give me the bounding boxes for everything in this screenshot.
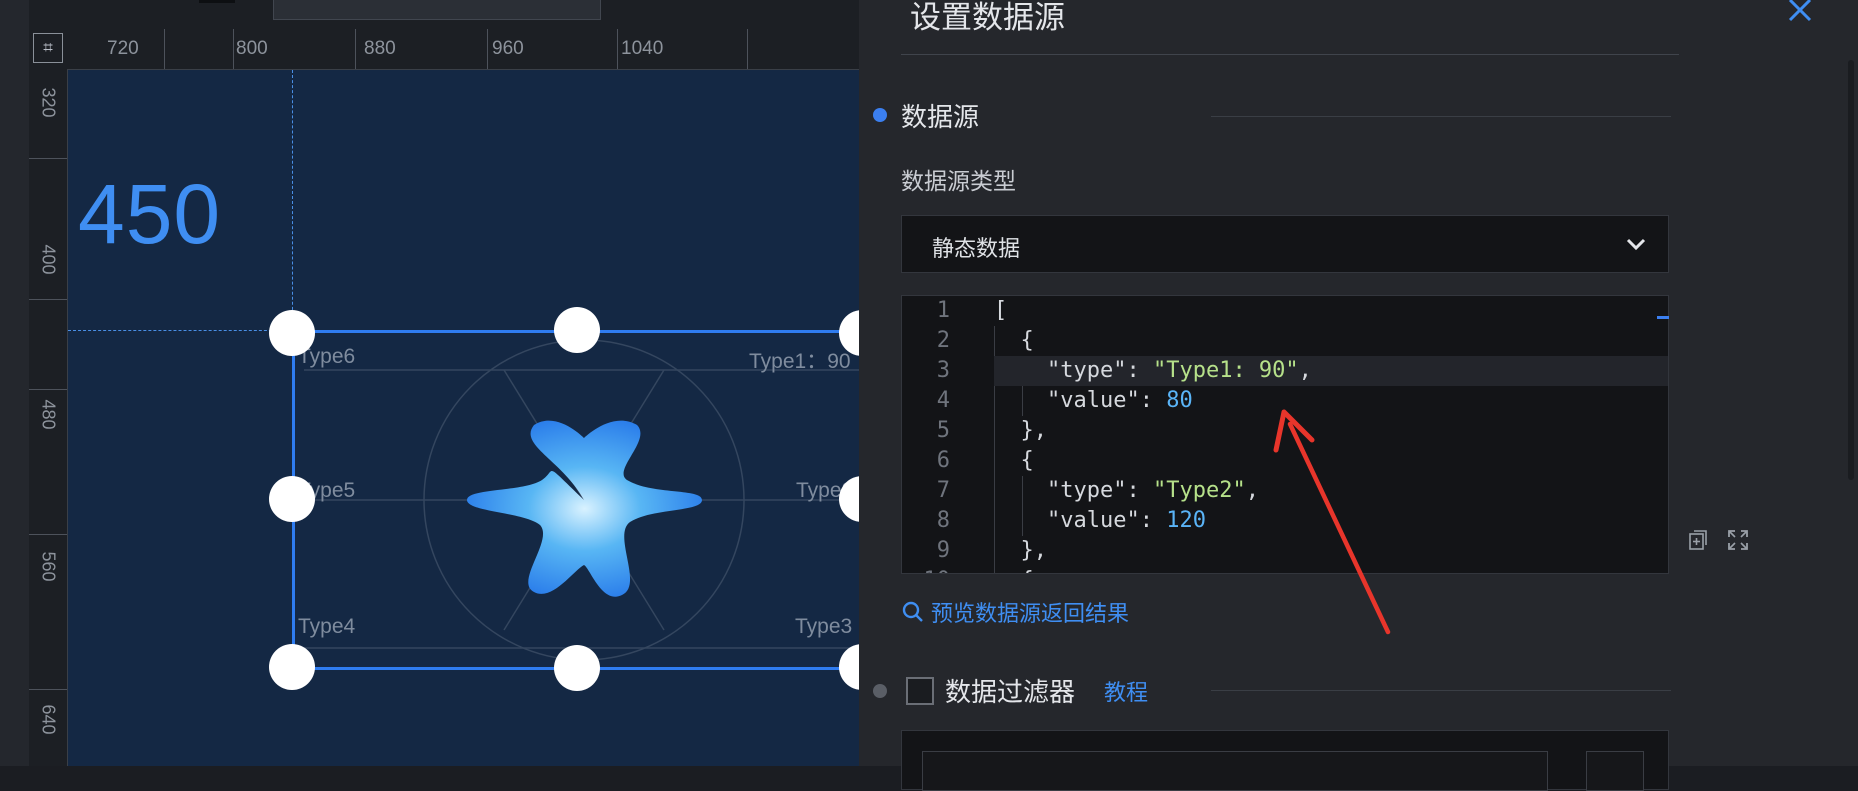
code-line[interactable]: 7 "type": "Type2", [902,476,1668,506]
section-dot [873,108,887,122]
copy-icon[interactable] [1687,529,1709,551]
left-toolbar-strip [0,0,29,766]
resize-handle-bottom[interactable] [554,645,600,691]
title-divider [901,54,1679,55]
code-text: "value": 120 [1046,508,1206,533]
code-line[interactable]: 4 "value": 80 [902,386,1668,416]
json-key: "value" [1046,388,1140,413]
ruler-v-label: 560 [38,551,59,582]
search-icon [902,601,923,622]
ruler-v-label: 400 [38,244,59,275]
radar-label-type3: Type3 [795,615,853,638]
line-number: 1 [936,298,950,323]
radar-label-type1: Type1：90 [749,350,851,373]
json-key: "type" [1046,358,1127,383]
code-text: { [994,448,1034,473]
code-text: }, [994,538,1047,563]
code-line[interactable]: 3 "type": "Type1: 90", [902,356,1668,386]
panel-title: 设置数据源 [910,0,1065,36]
editor-scroll-marker [1657,316,1669,319]
data-filter-checkbox[interactable] [906,677,934,705]
section-title-filter: 数据过滤器 [945,678,1076,708]
vertical-ruler[interactable]: 320 400 480 560 640 [29,69,68,766]
code-line[interactable]: 8 "value": 120 [902,506,1668,536]
alignment-guide-horizontal [68,330,292,331]
line-number: 6 [936,448,950,473]
code-text: { [994,328,1034,353]
filter-input[interactable] [922,751,1548,791]
json-value: 80 [1166,388,1193,413]
resize-handle-bottom-left[interactable] [269,644,315,690]
filter-button[interactable] [1586,751,1644,791]
line-number: 4 [936,388,950,413]
section-title-datasource: 数据源 [901,103,980,133]
ruler-h-label: 720 [107,38,139,59]
json-value: 120 [1166,508,1206,533]
line-number: 2 [936,328,950,353]
code-line[interactable]: 2 { [902,326,1668,356]
preview-datasource-link[interactable]: 预览数据源返回结果 [901,595,1129,629]
json-value: "Type2" [1152,478,1246,503]
data-source-panel: 设置数据源 数据源 数据源类型 静态数据 1[2 {3 "type": "Typ… [859,0,1858,791]
json-punct: , [1245,478,1259,503]
code-line[interactable]: 6 { [902,446,1668,476]
code-text: { [994,568,1033,573]
ruler-corner[interactable]: ⌗ [29,29,68,70]
design-canvas[interactable]: 450 Type6 Type1：90 Type5 Type2 Type4 Typ… [68,70,859,766]
selection-box[interactable] [292,330,859,670]
ruler-h-label: 960 [492,38,524,59]
ruler-v-label: 480 [38,399,59,430]
number-widget[interactable]: 450 [78,166,221,263]
ruler-h-label: 880 [364,38,396,59]
resize-handle-top[interactable] [554,307,600,353]
ruler-h-label: 800 [236,38,268,59]
line-number: 10 [902,568,951,573]
json-key: "value" [1046,508,1140,533]
alignment-guide-vertical [292,70,293,330]
line-number: 3 [936,358,950,383]
code-text: "type": "Type1: 90", [1046,358,1312,383]
section-dot [873,684,887,698]
expand-icon[interactable] [1727,529,1749,551]
section-divider [1211,116,1671,117]
chevron-down-icon [1626,238,1646,251]
ruler-toggle-icon[interactable]: ⌗ [33,33,63,63]
top-toolbar [29,0,859,30]
resize-handle-top-left[interactable] [269,310,315,356]
code-text: "value": 80 [1046,388,1193,413]
section-divider [1211,690,1671,691]
line-number: 7 [936,478,950,503]
code-line[interactable]: 10 { [902,566,1668,573]
horizontal-ruler[interactable]: 720 800 880 960 1040 [67,29,859,70]
ruler-h-label: 1040 [621,38,664,59]
filter-container [901,730,1669,791]
code-text: }, [994,418,1047,443]
toolbar-tab[interactable] [199,0,235,3]
preview-link-text: 预览数据源返回结果 [931,602,1130,627]
code-line[interactable]: 1[ [902,296,1668,326]
code-line[interactable]: 5 }, [902,416,1668,446]
resize-handle-left[interactable] [269,476,315,522]
code-line[interactable]: 9 }, [902,536,1668,566]
ruler-v-label: 640 [38,704,59,735]
line-number: 9 [936,538,950,563]
ruler-v-label: 320 [38,87,59,118]
json-key: "type" [1046,478,1127,503]
datasource-type-value: 静态数据 [932,237,1021,262]
close-icon[interactable] [1781,0,1819,29]
line-number: 5 [936,418,950,443]
datasource-type-label: 数据源类型 [901,169,1016,195]
json-code-editor[interactable]: 1[2 {3 "type": "Type1: 90", 4 "value": 80… [901,295,1669,574]
panel-scrollbar[interactable] [1848,60,1854,480]
datasource-type-select[interactable]: 静态数据 [901,215,1669,273]
radar-label-type4: Type4 [298,615,356,638]
json-value: "Type1: 90" [1152,358,1299,383]
tutorial-link[interactable]: 教程 [1104,675,1148,707]
code-text: "type": "Type2", [1046,478,1259,503]
toolbar-input[interactable] [273,0,601,20]
code-text: [ [994,298,1008,323]
line-number: 8 [936,508,950,533]
json-punct: , [1298,358,1312,383]
